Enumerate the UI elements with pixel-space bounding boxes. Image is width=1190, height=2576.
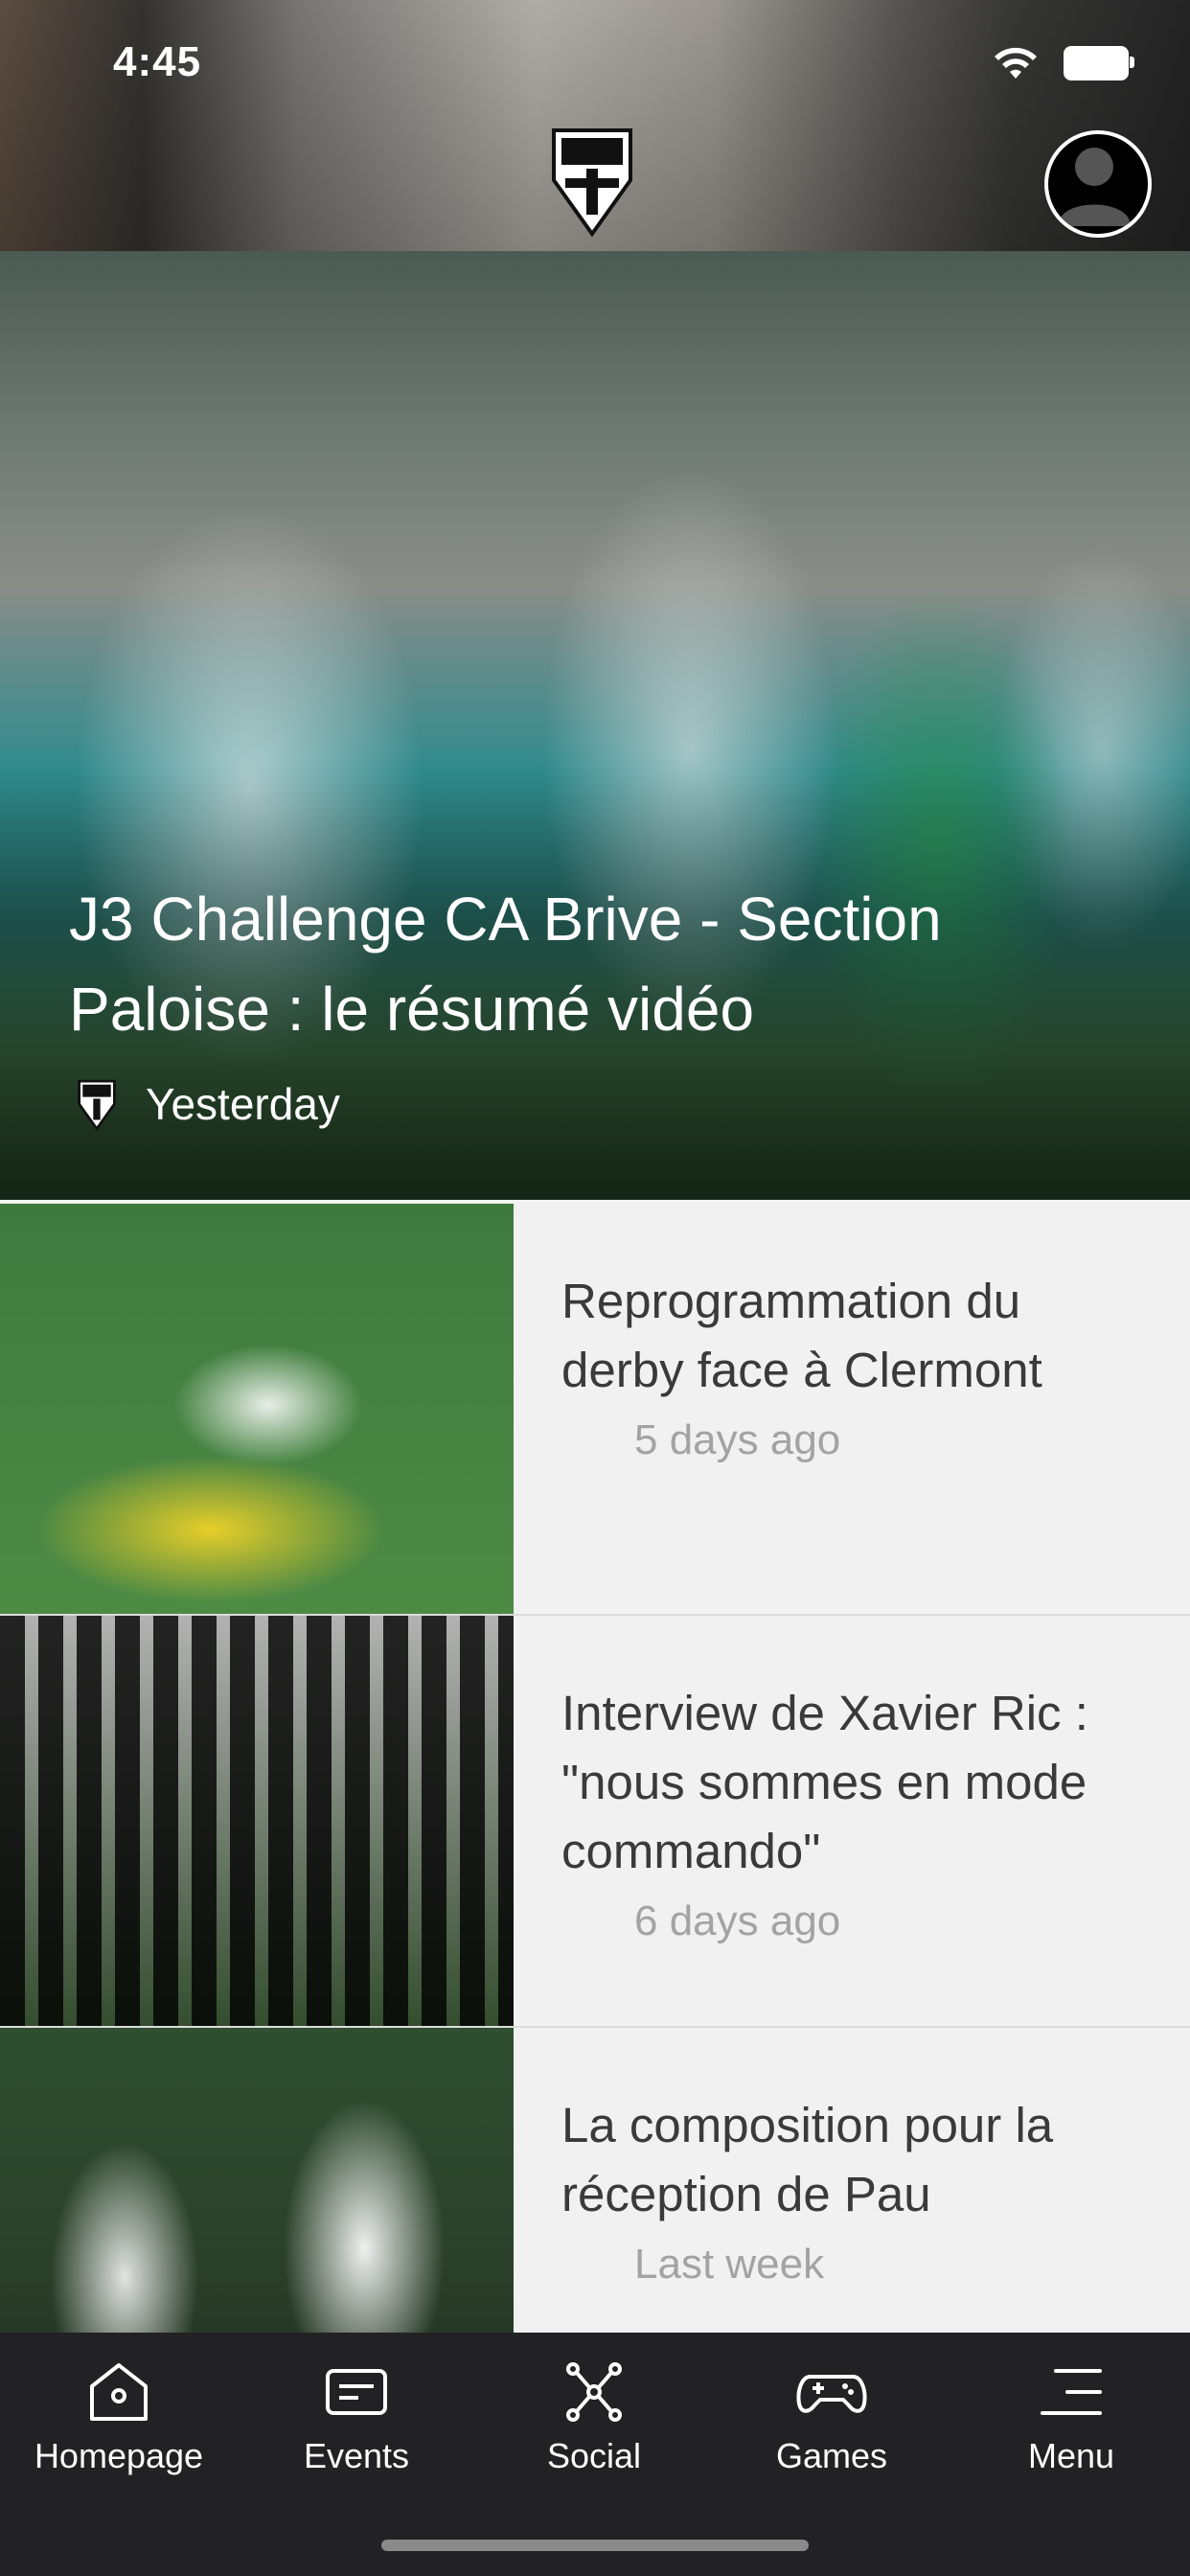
article-text: Reprogrammation du derby face à Clermont… <box>561 1267 1156 1464</box>
hero-title: J3 Challenge CA Brive - Section Paloise … <box>69 885 942 1044</box>
article-title: Interview de Xavier Ric : "nous sommes e… <box>561 1686 1088 1878</box>
nav-label: Menu <box>1027 2436 1115 2475</box>
club-badge-icon <box>78 1079 116 1131</box>
status-time: 4:45 <box>113 38 202 85</box>
article-thumbnail <box>0 1616 514 2026</box>
nav-events[interactable]: Events <box>238 2354 475 2476</box>
user-icon <box>1058 148 1131 226</box>
wifi-icon <box>995 47 1037 79</box>
home-icon <box>90 2363 148 2421</box>
nav-label: Events <box>303 2436 410 2475</box>
list-item[interactable]: Reprogrammation du derby face à Clermont… <box>0 1204 1190 1616</box>
battery-icon <box>1064 46 1134 80</box>
header-banner: 4:45 <box>0 0 1190 251</box>
hero-meta: Yesterday <box>75 1077 340 1131</box>
article-title: La composition pour la réception de Pau <box>561 2098 1054 2221</box>
article-date: 5 days ago <box>634 1416 841 1463</box>
club-logo[interactable] <box>544 123 640 238</box>
gamepad-icon <box>796 2375 867 2413</box>
social-icon <box>566 2362 622 2422</box>
list-item[interactable]: Interview de Xavier Ric : "nous sommes e… <box>0 1616 1190 2028</box>
article-date: Last week <box>634 2241 825 2288</box>
nav-games[interactable]: Games <box>713 2354 950 2476</box>
profile-avatar-button[interactable] <box>1044 130 1152 238</box>
nav-label: Games <box>775 2436 888 2475</box>
menu-icon <box>1041 2369 1102 2415</box>
nav-menu[interactable]: Menu <box>952 2354 1190 2476</box>
nav-label: Homepage <box>34 2436 204 2475</box>
nav-label: Social <box>546 2436 642 2475</box>
article-text: La composition pour la réception de Pau … <box>561 2091 1156 2288</box>
article-title: Reprogrammation du derby face à Clermont <box>561 1274 1042 1397</box>
events-icon <box>326 2369 387 2415</box>
article-thumbnail <box>0 1204 514 1614</box>
status-icons <box>993 46 1134 80</box>
hero-date: Yesterday <box>146 1079 340 1129</box>
nav-social[interactable]: Social <box>475 2354 713 2476</box>
hero-article[interactable]: J3 Challenge CA Brive - Section Paloise … <box>0 251 1190 1200</box>
home-indicator[interactable] <box>381 2540 809 2551</box>
article-date: 6 days ago <box>634 1898 841 1944</box>
article-text: Interview de Xavier Ric : "nous sommes e… <box>561 1679 1156 1945</box>
nav-homepage[interactable]: Homepage <box>0 2354 238 2476</box>
